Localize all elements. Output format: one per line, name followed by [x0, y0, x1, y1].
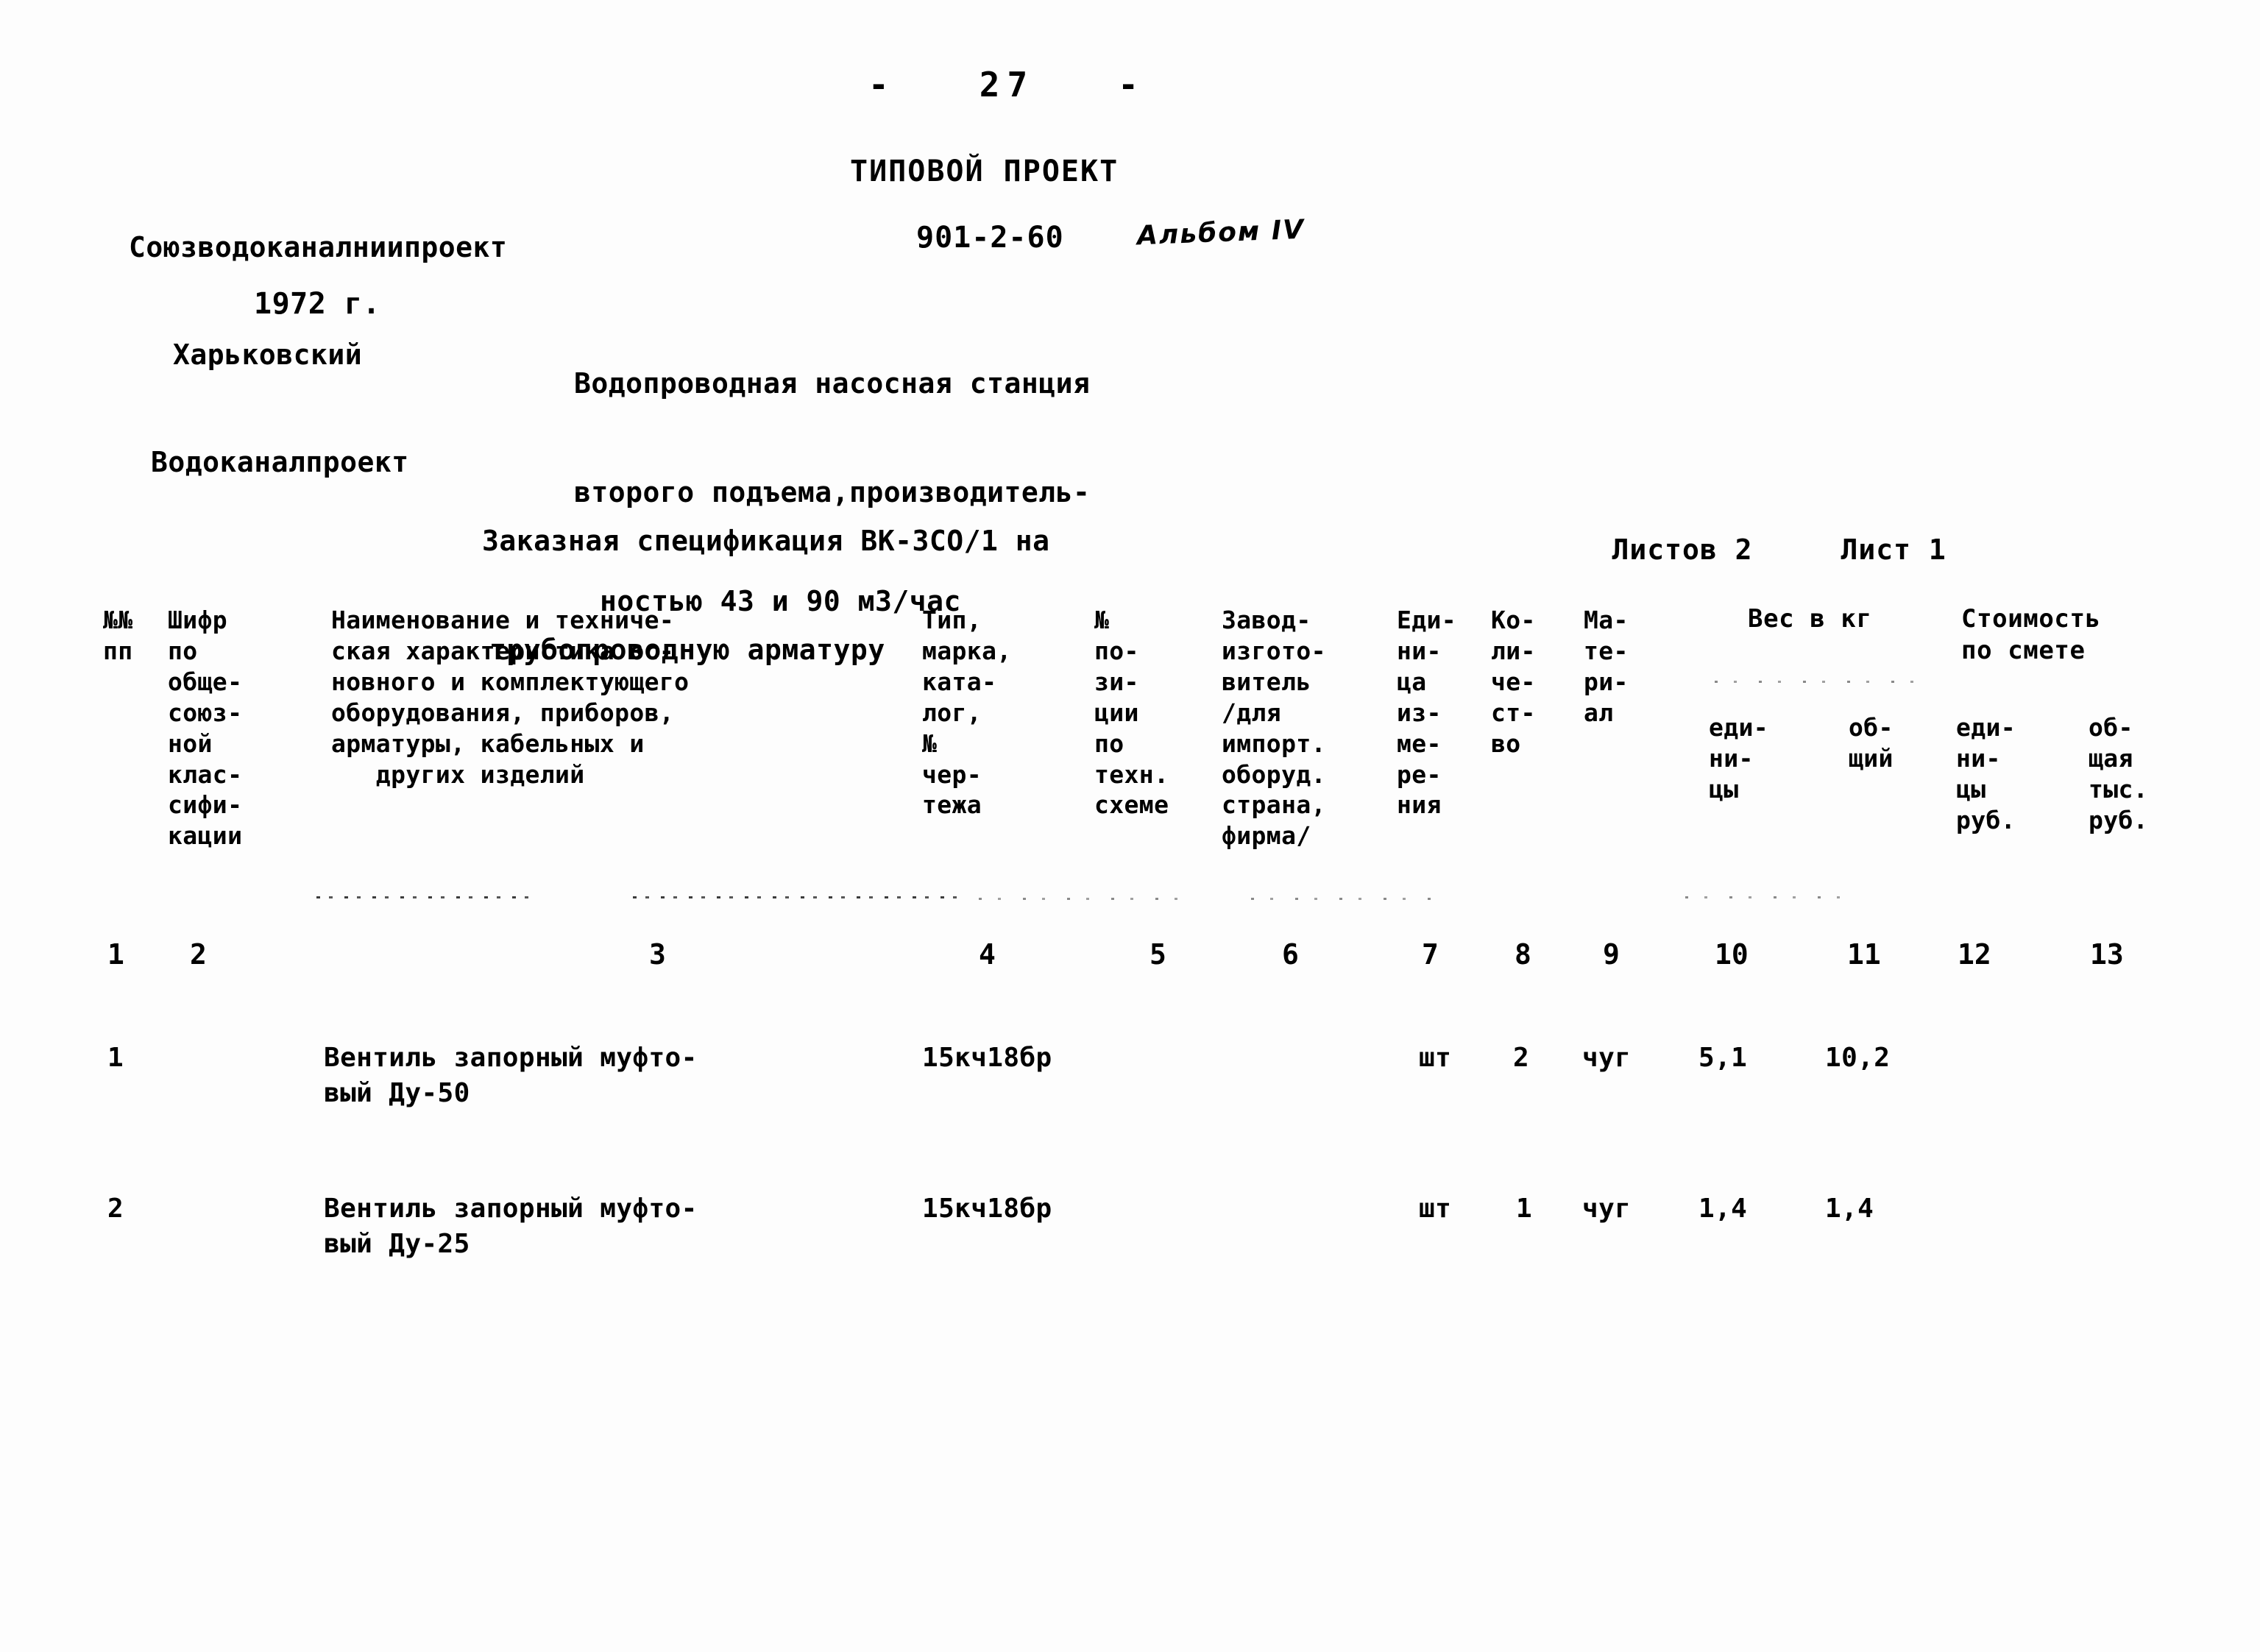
column-header-1: №№ пп [103, 606, 133, 665]
column-header-11: об- щий [1849, 713, 1894, 773]
column-header-7: Еди- ни- ца из- ме- ре- ния [1397, 606, 1457, 820]
row-1-qty: 2 [1513, 1043, 1530, 1073]
column-header-6: Завод- изгото- витель /для импорт. обору… [1222, 606, 1326, 851]
header-separator-rule-a [316, 896, 530, 898]
header-separator-rule-e [1685, 896, 1855, 898]
header-separator-rule-b [633, 896, 957, 898]
column-header-10: еди- ни- цы [1709, 713, 1769, 804]
column-header-12: еди- ни- цы руб. [1956, 713, 2016, 834]
header-separator-rule-d [1251, 898, 1442, 900]
station-description-line-1: Водопроводная насосная станция [574, 366, 1091, 400]
row-1-unit: шт [1419, 1043, 1452, 1073]
page-number: - 27 - [868, 65, 1146, 104]
column-number-11: 11 [1847, 938, 1881, 971]
column-number-13: 13 [2090, 938, 2124, 971]
column-number-10: 10 [1715, 938, 1749, 971]
sheets-total: Листов 2 [1612, 533, 1753, 566]
row-2-material: чуг [1582, 1194, 1632, 1224]
column-header-4: Тип, марка, ката- лог, № чер- тежа [922, 606, 1012, 820]
column-number-4: 4 [979, 938, 996, 971]
column-number-2: 2 [190, 938, 207, 971]
column-number-8: 8 [1515, 938, 1531, 971]
row-2-unit: шт [1419, 1194, 1452, 1224]
project-kind-title: ТИПОВОЙ ПРОЕКТ [850, 155, 1119, 188]
row-2-number: 2 [107, 1194, 124, 1224]
column-number-7: 7 [1422, 938, 1439, 971]
row-2-name-line-1: Вентиль запорный муфто- [324, 1194, 698, 1224]
specification-caption-line-1: Заказная спецификация ВК-3СО/1 на [482, 524, 1050, 557]
column-header-9: Ма- те- ри- ал [1584, 606, 1629, 727]
sheets-info: Листов 2 Лист 1 [1542, 500, 1946, 599]
group-header-cost: Стоимость по смете [1961, 604, 2101, 666]
row-2-weight-total: 1,4 [1825, 1194, 1874, 1224]
organisation-line-3: Водоканалпроект [151, 446, 409, 478]
organisation-block: Союзводоканалниипроект Харьковский Водок… [129, 158, 507, 552]
column-number-1: 1 [107, 938, 124, 971]
group-header-weight: Вес в кг [1748, 604, 1872, 634]
row-2-weight-unit: 1,4 [1698, 1194, 1748, 1224]
row-1-number: 1 [107, 1043, 124, 1073]
column-number-6: 6 [1282, 938, 1299, 971]
document-page: - 27 - Союзводоканалниипроект Харьковски… [0, 0, 2260, 1652]
row-2-type: 15кч18бр [922, 1194, 1052, 1224]
row-2-qty: 1 [1516, 1194, 1533, 1224]
weight-group-rule [1715, 681, 1928, 683]
row-1-type: 15кч18бр [922, 1043, 1052, 1073]
header-separator-rule-c [979, 898, 1200, 900]
row-1-name-line-1: Вентиль запорный муфто- [324, 1043, 698, 1073]
column-number-9: 9 [1603, 938, 1620, 971]
row-2-name-line-2: вый Ду-25 [324, 1229, 470, 1259]
column-number-12: 12 [1958, 938, 1991, 971]
row-1-material: чуг [1582, 1043, 1632, 1073]
row-1-weight-total: 10,2 [1825, 1043, 1891, 1073]
album-handwritten-note: Альбом IV [1136, 214, 1306, 252]
column-header-13: об- щая тыс. руб. [2089, 713, 2149, 834]
project-code: 901-2-60 [916, 221, 1064, 255]
column-header-8: Ко- ли- че- ст- во [1491, 606, 1536, 758]
column-header-3: Наименование и техниче- ская характерист… [331, 606, 690, 789]
column-number-5: 5 [1150, 938, 1166, 971]
row-1-weight-unit: 5,1 [1698, 1043, 1748, 1073]
organisation-line-1: Союзводоканалниипроект [129, 231, 508, 264]
column-header-2: Шифр по обще- союз- ной клас- сифи- каци… [168, 606, 243, 851]
organisation-line-2: Харьковский [173, 338, 363, 372]
column-number-3: 3 [649, 938, 666, 971]
document-year: 1972 г. [254, 287, 381, 321]
row-1-name-line-2: вый Ду-50 [324, 1078, 470, 1108]
column-header-5: № по- зи- ции по техн. схеме [1094, 606, 1169, 820]
sheet-current: Лист 1 [1841, 533, 1946, 566]
